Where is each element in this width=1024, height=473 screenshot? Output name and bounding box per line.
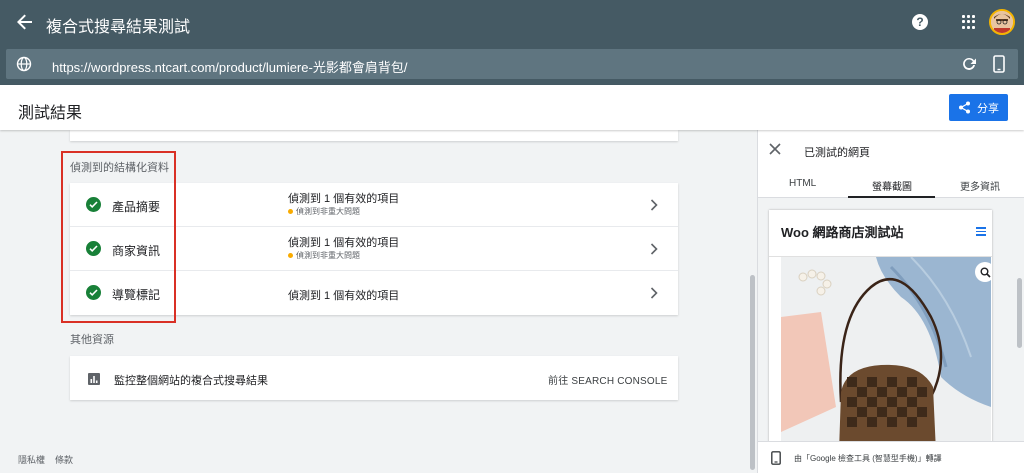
back-arrow-icon[interactable] [14, 11, 36, 33]
close-icon[interactable] [769, 142, 781, 160]
share-label: 分享 [977, 102, 999, 115]
render-info-text: 由「Google 檢查工具 (智慧型手機)」轉譯 [794, 454, 942, 463]
item-warning: 偵測到非重大問題 [288, 250, 360, 261]
terms-link[interactable]: 條款 [55, 453, 73, 466]
url-text: https://wordpress.ntcart.com/product/lum… [52, 60, 408, 75]
app-bar: 複合式搜尋結果測試 ? [0, 0, 1024, 45]
zoom-icon [975, 262, 991, 282]
bar-chart-icon [88, 372, 100, 390]
share-button[interactable]: 分享 [949, 94, 1008, 121]
monitor-card: 監控整個網站的複合式搜尋結果 前往 SEARCH CONSOLE [70, 356, 678, 400]
left-scrollbar[interactable] [749, 130, 756, 473]
warning-dot-icon [288, 253, 293, 258]
item-status: 偵測到 1 個有效的項目 [288, 237, 400, 249]
reload-icon[interactable] [961, 56, 977, 77]
avatar[interactable] [989, 9, 1015, 35]
chevron-right-icon [650, 198, 658, 216]
highlight-box [61, 151, 176, 323]
privacy-link[interactable]: 隱私權 [18, 453, 45, 466]
results-header: 測試結果 分享 [0, 85, 1024, 130]
monitor-label: 監控整個網站的複合式搜尋結果 [114, 375, 268, 387]
results-panel: 偵測到的結構化資料 產品摘要 偵測到 1 個有效的項目 偵測到非重大問題 商家資… [0, 130, 748, 473]
resources-label: 其他資源 [70, 334, 114, 346]
scrollbar-thumb[interactable] [750, 275, 755, 470]
tab-more-info[interactable]: 更多資訊 [960, 178, 1000, 193]
screenshot-preview: Woo 網路商店測試站 [758, 198, 1024, 441]
panel-tabs: HTML 螢幕截圖 更多資訊 [758, 168, 1024, 198]
chevron-right-icon [650, 286, 658, 304]
url-bar-container: https://wordpress.ntcart.com/product/lum… [0, 45, 1024, 85]
item-status: 偵測到 1 個有效的項目 [288, 290, 400, 302]
item-status: 偵測到 1 個有效的項目 [288, 193, 400, 205]
globe-icon [16, 56, 32, 77]
site-title: Woo 網路商店測試站 [781, 225, 904, 240]
hamburger-menu-icon [976, 227, 986, 236]
apps-grid-icon[interactable] [962, 15, 976, 29]
preview-scrollbar[interactable] [1017, 278, 1022, 348]
url-bar[interactable]: https://wordpress.ntcart.com/product/lum… [6, 49, 1018, 79]
tab-screenshot[interactable]: 螢幕截圖 [872, 178, 912, 193]
help-icon[interactable]: ? [912, 14, 928, 30]
tested-page-panel: 已測試的網頁 HTML 螢幕截圖 更多資訊 Woo 網路商店測試站 由「Goog… [757, 130, 1024, 473]
panel-title: 已測試的網頁 [804, 147, 870, 159]
smartphone-icon[interactable] [993, 55, 1005, 78]
item-warning: 偵測到非重大問題 [288, 206, 360, 217]
chevron-right-icon [650, 242, 658, 260]
mobile-screenshot: Woo 網路商店測試站 [769, 210, 992, 441]
footer: 隱私權 條款 [18, 453, 73, 466]
app-title: 複合式搜尋結果測試 [46, 19, 191, 36]
smartphone-icon [771, 451, 781, 470]
render-info: 由「Google 檢查工具 (智慧型手機)」轉譯 [758, 441, 1024, 473]
previous-card [70, 130, 678, 141]
page-title: 測試結果 [18, 105, 83, 122]
tab-html[interactable]: HTML [789, 178, 816, 189]
product-image [781, 257, 991, 441]
search-console-link[interactable]: 前往 SEARCH CONSOLE [548, 372, 668, 387]
warning-dot-icon [288, 209, 293, 214]
share-icon [959, 101, 970, 114]
